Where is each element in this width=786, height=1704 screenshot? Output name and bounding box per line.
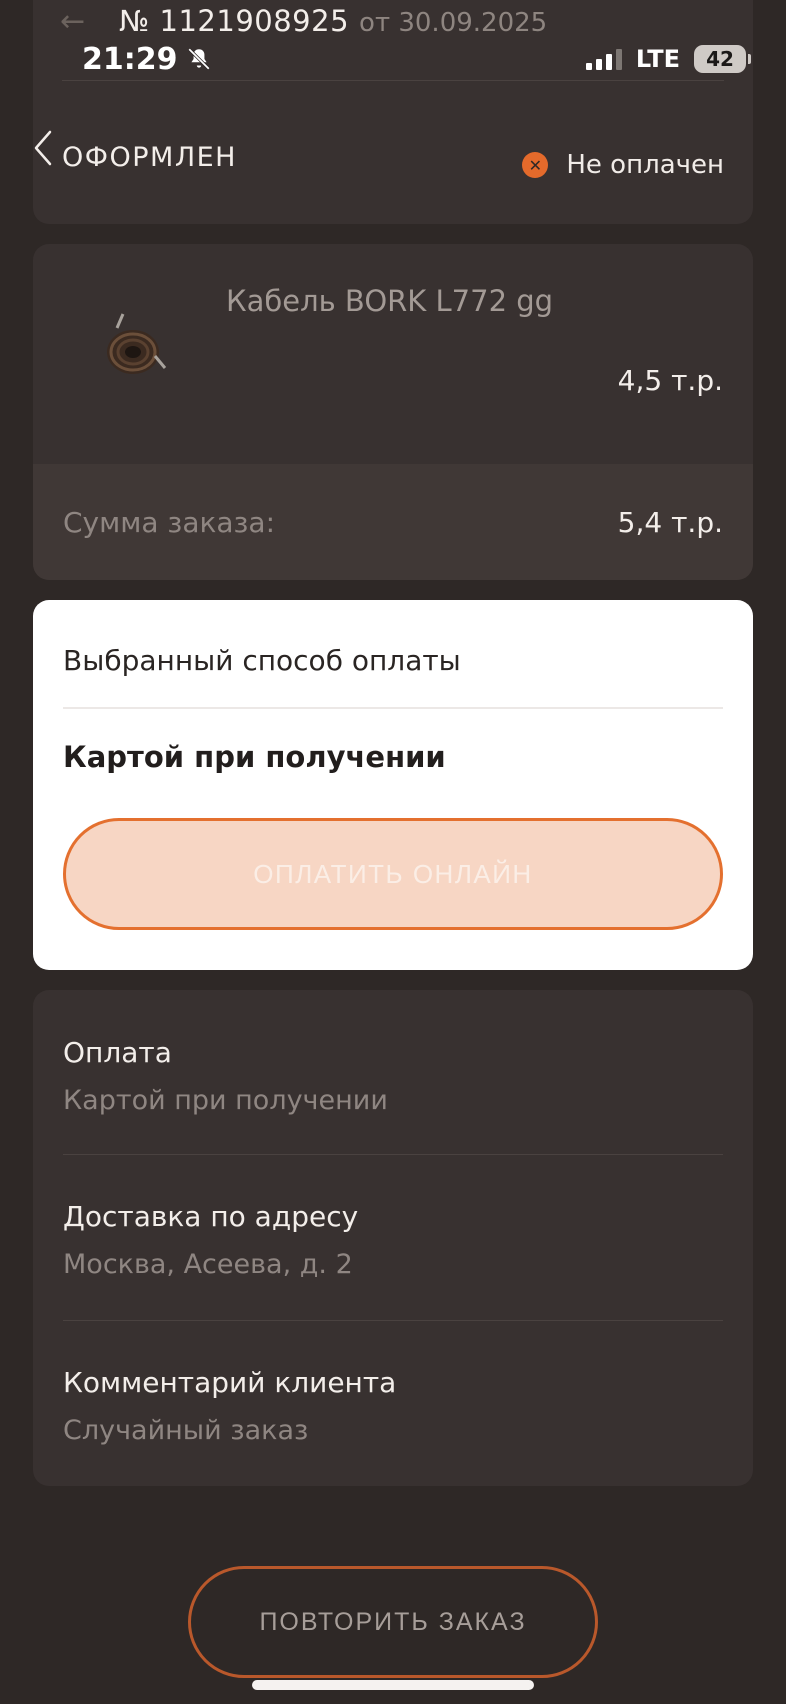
order-total-label: Сумма заказа: [63,505,276,539]
payment-method-card: Выбранный способ оплаты Картой при получ… [33,600,753,970]
pay-online-button[interactable]: ОПЛАТИТЬ ОНЛАЙН [63,818,723,930]
payment-info-value: Картой при получении [63,1085,388,1116]
payment-info-title: Оплата [63,1036,172,1069]
system-status-bar: 21:29 LTE 42 [0,36,786,82]
payment-info: Оплата Картой при получении [63,1036,723,1116]
delivery-info-title: Доставка по адресу [63,1200,359,1233]
product-price: 4,5 т.р. [617,364,723,397]
arrow-left-icon[interactable]: ← [60,7,85,37]
order-title-line: ← № 1121908925 от 30.09.2025 [60,4,547,40]
network-type: LTE [635,45,680,73]
order-total-row: Сумма заказа: 5,4 т.р. [33,464,753,580]
info-divider [63,1320,723,1321]
order-total-value: 5,4 т.р. [617,505,723,539]
time-text: 21:29 [82,41,178,77]
payment-status: ✕ Не оплачен [522,150,724,180]
client-comment-title: Комментарий клиента [63,1366,397,1399]
selected-payment-method: Картой при получении [63,740,446,774]
order-details-screen: ← № 1121908925 от 30.09.2025 21:29 LTE 4… [0,0,786,1704]
info-divider [63,1154,723,1155]
signal-icon [585,48,622,70]
unpaid-x-icon: ✕ [522,152,549,178]
repeat-order-button[interactable]: ПОВТОРИТЬ ЗАКАЗ [188,1566,598,1678]
client-comment-text: Случайный заказ [63,1415,309,1446]
delivery-info: Доставка по адресу Москва, Асеева, д. 2 [63,1200,723,1280]
order-number: № 1121908925 [119,4,350,38]
header-divider [62,80,724,81]
payment-card-divider [63,707,723,709]
clock: 21:29 [82,42,212,77]
bell-muted-icon [187,48,210,70]
client-comment-info: Комментарий клиента Случайный заказ [63,1366,723,1446]
status-indicators: LTE 42 [585,45,751,73]
order-status: ОФОРМЛЕН [62,142,237,173]
payment-method-title: Выбранный способ оплаты [63,644,461,677]
product-name[interactable]: Кабель BORK L772 gg [226,284,553,318]
battery-level: 42 [706,47,734,71]
payment-status-text: Не оплачен [566,150,724,180]
order-date: от 30.09.2025 [359,8,548,38]
chevron-left-icon[interactable] [32,128,54,168]
delivery-address: Москва, Асеева, д. 2 [63,1249,353,1280]
product-card: Кабель BORK L772 gg 4,5 т.р. Сумма заказ… [33,244,753,580]
battery-icon: 42 [694,45,751,73]
product-image[interactable] [85,310,185,390]
order-info-card: Оплата Картой при получении Доставка по … [33,990,753,1486]
home-indicator[interactable] [252,1680,534,1690]
